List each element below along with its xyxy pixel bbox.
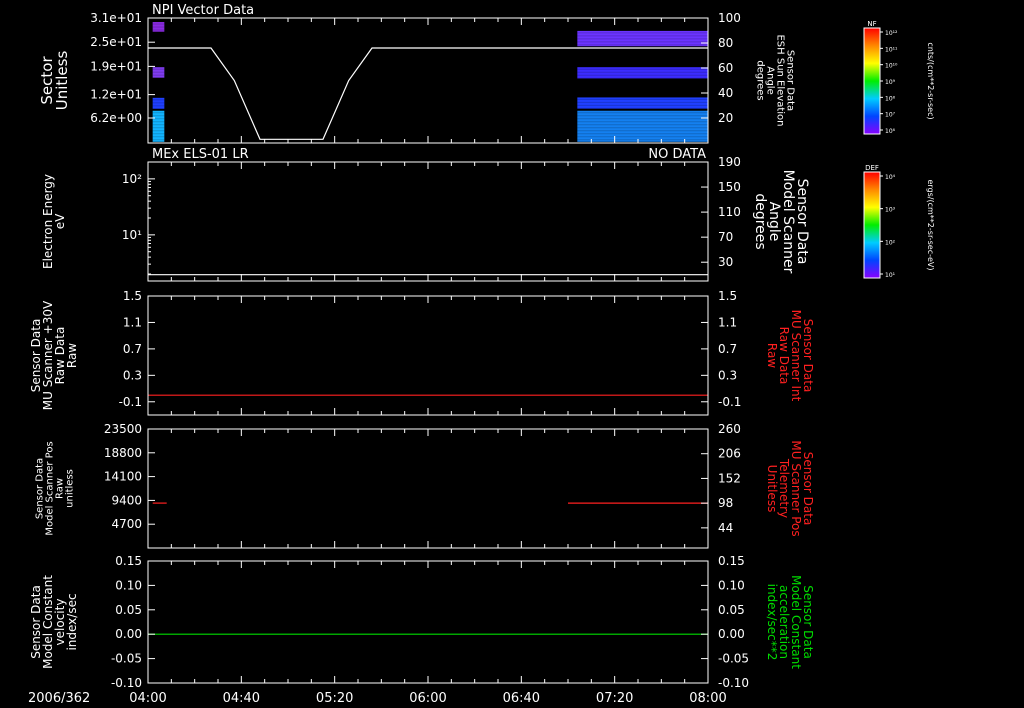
y-tick-label: 1.9e+01 [90,59,142,73]
y-tick-label: 10² [122,172,142,186]
right-y-tick-label: 0.3 [718,368,737,382]
colorbar [863,27,881,135]
y-axis-label-line: eV [53,213,67,229]
colorbar-tick-label: 10⁹ [885,79,896,86]
right-y-tick-label: 0.05 [718,603,745,617]
colorbar-units-text: cnts/(cm**2-sr-sec) [926,42,935,119]
colorbar-tick-label: 10² [885,239,896,246]
colorbar-label: NF [867,20,876,28]
panel-title: MEx ELS-01 LR [152,147,249,162]
panel-title: NPI Vector Data [152,3,254,18]
colorbar-tick-label: 10³ [885,207,896,214]
y-axis-label-line: Raw [65,343,79,368]
right-y-tick-label: 150 [718,180,741,194]
right-y-tick-label: 1.1 [718,315,737,329]
right-y-tick-label: 98 [718,496,733,510]
x-tick-label: 06:00 [409,691,446,706]
y-tick-label: 6.2e+00 [90,111,142,125]
right-y-tick-label: 206 [718,447,741,461]
y-tick-label: 18800 [104,446,142,460]
colorbar-tick-label: 10⁴ [885,174,896,181]
right-y-axis-label-line: index/sec**2 [765,584,779,661]
colorbar-tick-label: 10⁷ [885,112,896,119]
right-y-tick-label: 60 [718,61,733,75]
right-y-tick-label: -0.05 [718,652,749,666]
y-axis-label-line: index/sec [65,593,79,650]
y-tick-label: 0.05 [115,603,142,617]
right-y-tick-label: 1.5 [718,289,737,303]
y-tick-label: 1.1 [123,315,142,329]
date-label: 2006/362 [28,691,90,706]
colorbar-units: ergs/(cm**2-sr-sec-eV) [926,179,935,270]
right-y-tick-label: 0.7 [718,342,737,356]
right-y-axis-label: Sensor DataModel Constantaccelerationind… [765,575,815,669]
right-y-tick-label: 70 [718,230,733,244]
colorbar-tick-label: 10¹⁰ [885,63,898,70]
y-tick-label: 10¹ [122,228,142,242]
y-axis-label-line: unitless [65,469,76,508]
colorbar-tick-label: 10⁶ [885,128,896,135]
colorbar-units-text: ergs/(cm**2-sr-sec-eV) [926,179,935,270]
y-tick-label: 1.5 [123,289,142,303]
y-axis-label-line: Unitless [53,51,71,111]
y-tick-label: 0.7 [123,342,142,356]
right-y-tick-label: -0.10 [718,676,749,690]
panel-status: NO DATA [648,147,706,162]
x-tick-label: 06:40 [503,691,540,706]
y-tick-label: 0.3 [123,368,142,382]
x-tick-label: 07:20 [596,691,633,706]
x-tick-label: 05:20 [316,691,353,706]
y-tick-label: 3.1e+01 [90,11,142,25]
y-tick-label: -0.05 [111,652,142,666]
right-y-tick-label: 80 [718,36,733,50]
colorbar-tick-label: 10¹¹ [885,46,898,53]
multi-panel-plot: NPI Vector Data 3.1e+01 2.5e+01 1.9e+01 1.2e… [0,0,1024,708]
x-tick-label: 04:00 [129,691,166,706]
y-tick-label: 23500 [104,422,142,436]
y-tick-label: 2.5e+01 [90,35,142,49]
y-tick-label: 9400 [111,493,142,507]
right-y-tick-label: -0.1 [718,395,741,409]
right-y-tick-label: 0.15 [718,554,745,568]
y-tick-label: 0.10 [115,578,142,592]
colorbar-tick-label: 10¹ [885,272,896,279]
right-y-axis-label-line: Unitless [765,465,779,513]
colorbar-tick-label: 10⁸ [885,95,896,102]
x-tick-label: 08:00 [689,691,726,706]
colorbar-label: DEF [865,164,879,172]
right-y-tick-label: 100 [718,11,741,25]
y-tick-label: 4700 [111,517,142,531]
x-tick-label: 04:40 [223,691,260,706]
right-y-tick-label: 30 [718,255,733,269]
colorbar-units: cnts/(cm**2-sr-sec) [926,42,935,119]
y-tick-label: 0.15 [115,554,142,568]
right-y-tick-label: 190 [718,155,741,169]
y-tick-label: -0.10 [111,676,142,690]
colorbar [863,171,881,279]
y-tick-label: 1.2e+01 [90,88,142,102]
right-y-tick-label: 20 [718,111,733,125]
y-axis-label: SectorUnitless [38,51,71,111]
right-y-tick-label: 110 [718,205,741,219]
right-y-tick-label: 40 [718,86,733,100]
y-tick-label: 0.00 [115,627,142,641]
right-y-axis-label-line: degrees [752,193,768,249]
right-y-tick-label: 152 [718,471,741,485]
right-y-tick-label: 44 [718,521,733,535]
right-y-tick-label: 0.10 [718,578,745,592]
right-y-axis-label-line: degrees [755,60,766,100]
y-tick-label: -0.1 [119,395,142,409]
colorbar-tick-label: 10¹² [885,30,898,37]
right-y-tick-label: 0.00 [718,627,745,641]
y-tick-label: 14100 [104,470,142,484]
right-y-tick-label: 260 [718,422,741,436]
right-y-axis-label-line: Raw [765,343,779,368]
